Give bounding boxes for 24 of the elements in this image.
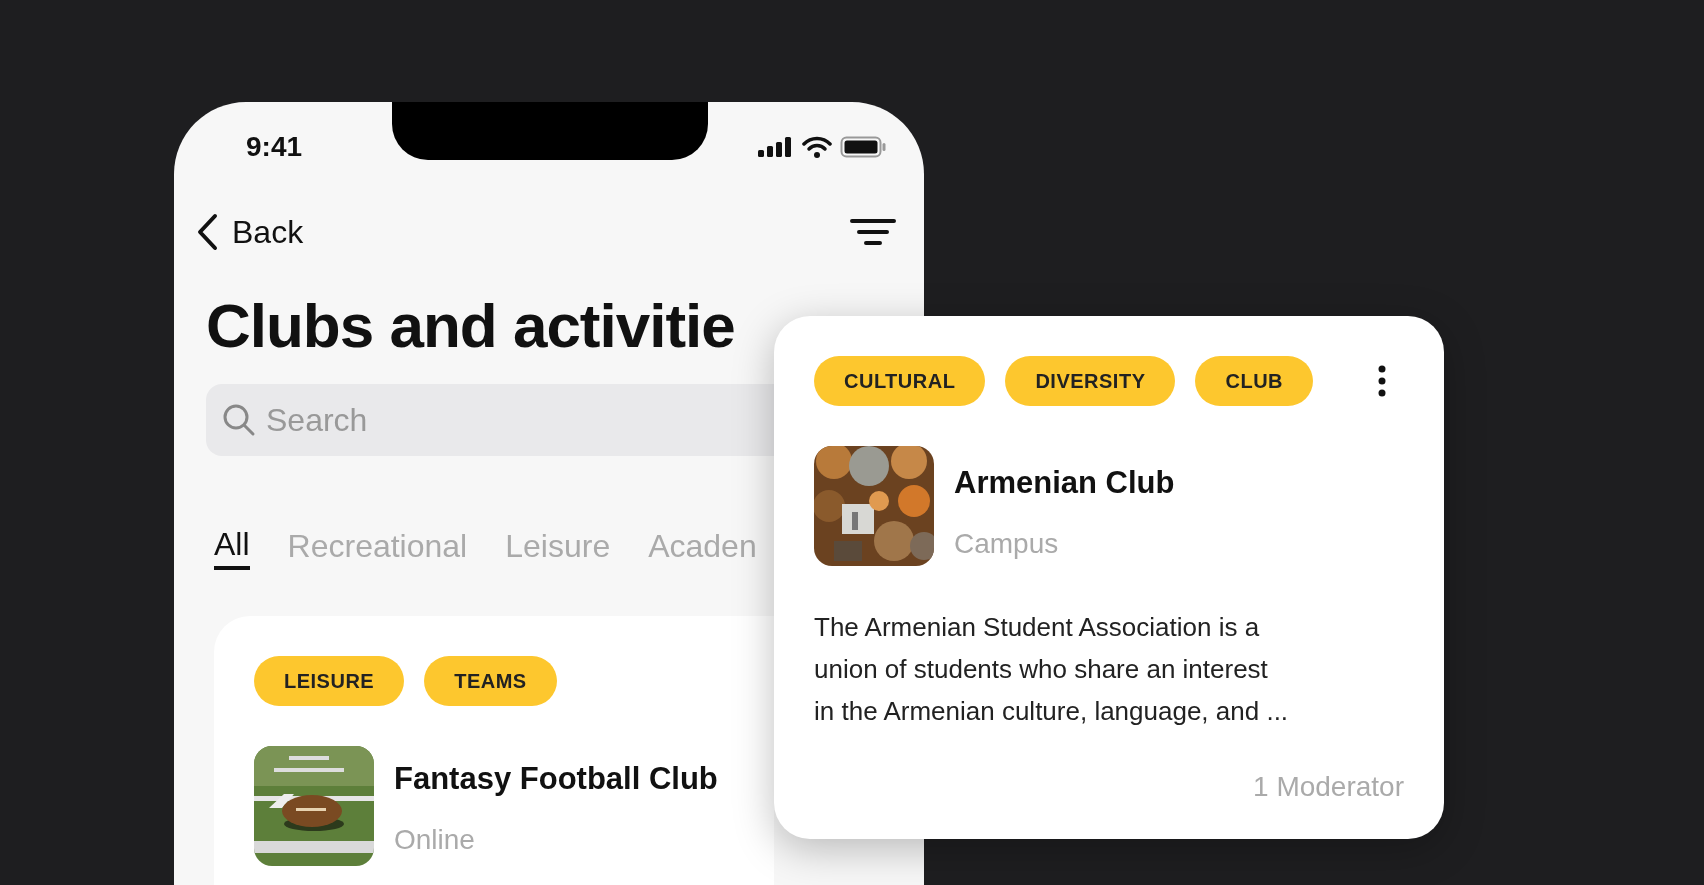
more-options-icon[interactable]: [1378, 365, 1386, 397]
category-tag: LEISURE: [254, 656, 405, 706]
battery-icon: [840, 136, 886, 158]
signal-icon: [758, 137, 794, 157]
back-button[interactable]: Back: [196, 208, 304, 256]
chevron-left-icon: [196, 213, 218, 251]
category-tag: CLUB: [1195, 356, 1313, 406]
search-icon: [222, 403, 256, 437]
search-field[interactable]: Search: [206, 384, 774, 456]
category-tag: DIVERSITY: [1005, 356, 1176, 406]
club-name: Fantasy Football Club: [394, 760, 718, 798]
status-time: 9:41: [246, 130, 303, 164]
wifi-icon: [802, 136, 832, 158]
club-description: The Armenian Student Association is a union of students who share an interest in the Armenian culture, language, and ...: [814, 611, 1290, 728]
club-location: Online: [394, 822, 476, 857]
club-card[interactable]: LEISURE TEAMS Fantasy Football Club Online: [214, 616, 774, 885]
category-tag: CULTURAL: [814, 356, 986, 406]
moderator-count: 1 Moderator: [1253, 770, 1404, 804]
club-name: Armenian Club: [954, 464, 1175, 502]
page-title: Clubs and activitie: [205, 290, 736, 362]
filter-icon[interactable]: [850, 218, 896, 246]
category-tag: TEAMS: [424, 656, 557, 706]
tab[interactable]: All: [214, 522, 250, 570]
club-location: Campus: [954, 526, 1060, 561]
